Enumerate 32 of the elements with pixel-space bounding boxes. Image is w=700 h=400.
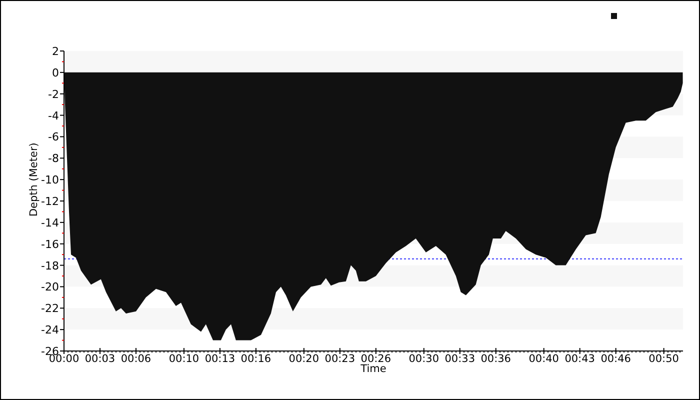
y-tick-label: -24 — [41, 324, 59, 337]
y-tick-label: -8 — [48, 152, 59, 166]
x-tick-label: 00:23 — [324, 353, 356, 365]
y-tick-label: -14 — [41, 216, 59, 230]
x-tick-label: 00:06 — [120, 353, 152, 365]
x-tick-label: 00:26 — [360, 353, 392, 365]
x-tick-label: 00:33 — [444, 353, 475, 365]
y-tick-label: -12 — [41, 195, 59, 208]
x-tick-label: 00:13 — [204, 353, 236, 365]
y-tick-label: -16 — [41, 238, 59, 251]
x-tick-label: 00:03 — [84, 353, 116, 365]
x-tick-label: 00:20 — [288, 353, 320, 365]
y-tick-label: -20 — [41, 280, 59, 294]
y-tick-label: -2 — [48, 88, 59, 101]
y-tick-label: -18 — [41, 259, 59, 272]
x-tick-label: 00:10 — [168, 353, 200, 365]
y-axis-title: Depth (Meter) — [28, 142, 40, 217]
x-tick-label: 00:30 — [408, 353, 440, 365]
x-axis-title: Time — [360, 363, 386, 375]
y-tick-label: 0 — [52, 66, 59, 80]
x-tick-label: 00:50 — [648, 353, 679, 365]
x-tick-label: 00:43 — [564, 353, 595, 365]
y-tick-label: -6 — [48, 130, 59, 144]
y-tick-label: -10 — [41, 174, 59, 187]
y-tick-label: 2 — [52, 45, 59, 58]
x-tick-label: 00:36 — [480, 353, 511, 365]
x-tick-label: 00:40 — [528, 353, 559, 365]
x-tick-label: 00:16 — [240, 353, 272, 365]
x-tick-label: 00:46 — [600, 353, 631, 365]
y-tick-label: -4 — [48, 109, 59, 122]
y-tick-label: -22 — [41, 302, 59, 316]
legend-marker-icon — [611, 13, 617, 19]
